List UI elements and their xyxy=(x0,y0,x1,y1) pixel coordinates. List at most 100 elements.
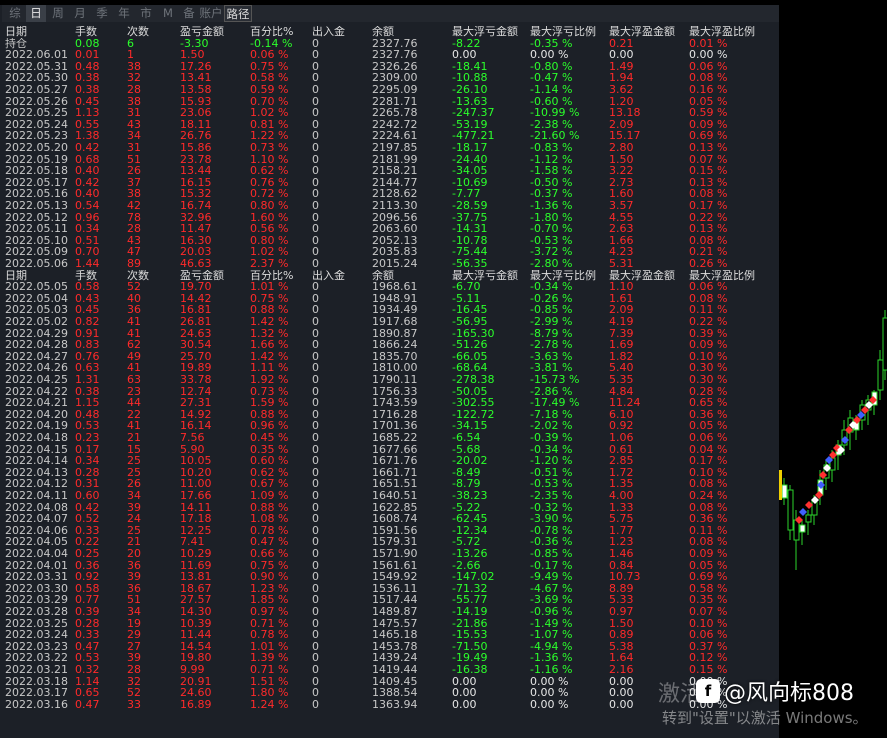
table-row[interactable]: 2022.04.13 0.28 25 10.20 0.62 % 0 1661.71 -8.49… xyxy=(0,467,779,479)
column-header-8[interactable]: 最大浮亏比例 xyxy=(530,26,606,38)
table-row[interactable]: 2022.05.13 0.54 42 16.74 0.80 % 0 2113.30 -28.5… xyxy=(0,200,779,212)
table-row[interactable]: 2022.05.11 0.34 28 11.47 0.56 % 0 2063.60 -14.3… xyxy=(0,223,779,235)
table-row[interactable]: 2022.04.26 0.63 41 19.89 1.11 % 0 1810.00 -68.6… xyxy=(0,362,779,374)
table-row[interactable]: 2022.04.27 0.76 49 25.70 1.42 % 0 1835.70 -66.0… xyxy=(0,351,779,363)
tab-5[interactable]: 年 xyxy=(114,5,134,22)
table-row[interactable]: 2022.05.30 0.38 32 13.41 0.58 % 0 2309.00 -10.8… xyxy=(0,72,779,84)
balance-cell: 1810.00 xyxy=(372,362,418,374)
table-row[interactable]: 2022.05.02 0.82 41 26.81 1.42 % 0 1917.68 -56.9… xyxy=(0,316,779,328)
table-row[interactable]: 2022.05.05 0.58 52 19.70 1.01 % 0 1968.61 -6.70… xyxy=(0,281,779,293)
table-row[interactable]: 2022.04.28 0.83 62 30.54 1.66 % 0 1866.24 -51.2… xyxy=(0,339,779,351)
table-row[interactable]: 2022.03.25 0.28 19 10.39 0.71 % 0 1475.57 -21.8… xyxy=(0,618,779,630)
table-row[interactable]: 2022.05.04 0.43 40 14.42 0.75 % 0 1948.91 -5.11… xyxy=(0,293,779,305)
column-header-8[interactable]: 最大浮亏比例 xyxy=(530,270,606,282)
max-loss-cell: -14.31 xyxy=(452,223,488,235)
tab-0[interactable]: 综 xyxy=(5,5,25,22)
table-row[interactable]: 2022.03.21 0.32 28 9.99 0.71 % 0 1419.44 -16.38… xyxy=(0,664,779,676)
table-row[interactable]: 2022.04.01 0.36 36 11.69 0.75 % 0 1561.61 -2.66… xyxy=(0,560,779,572)
table-row[interactable]: 持仓 0.08 6 -3.30 -0.14 % 0 2327.76 -8.22 -0.35 % 0… xyxy=(0,38,779,50)
table-row[interactable]: 2022.05.17 0.42 37 16.15 0.76 % 0 2144.77 -10.6… xyxy=(0,177,779,189)
column-header-10[interactable]: 最大浮盈比例 xyxy=(689,270,769,282)
column-header-3[interactable]: 盈亏金额 xyxy=(180,26,248,38)
max-gain-pct-cell: 0.08 % xyxy=(689,234,728,247)
table-row[interactable]: 2022.05.19 0.68 51 23.78 1.10 % 0 2181.99 -24.4… xyxy=(0,154,779,166)
column-header-0[interactable]: 日期 xyxy=(5,270,75,282)
max-loss-pct-cell: -0.34 % xyxy=(530,443,573,456)
table-row[interactable]: 2022.05.06 1.44 89 46.63 2.37 % 0 2015.24 -56.3… xyxy=(0,258,779,270)
table-row[interactable]: 2022.04.04 0.25 20 10.29 0.66 % 0 1571.90 -13.2… xyxy=(0,548,779,560)
table-row[interactable]: 2022.04.29 0.91 41 24.63 1.32 % 0 1890.87 -165.… xyxy=(0,328,779,340)
column-header-5[interactable]: 出入金 xyxy=(312,26,370,38)
column-header-1[interactable]: 手数 xyxy=(75,26,125,38)
table-row[interactable]: 2022.03.29 0.77 51 27.57 1.85 % 0 1517.44 -55.7… xyxy=(0,594,779,606)
table-row[interactable]: 2022.04.15 0.17 15 5.90 0.35 % 0 1677.66 -5.68 -… xyxy=(0,444,779,456)
table-row[interactable]: 2022.05.31 0.48 38 17.26 0.75 % 0 2326.26 -18.4… xyxy=(0,61,779,73)
max-loss-pct-cell: -1.58 % xyxy=(530,165,573,177)
price-chart[interactable] xyxy=(779,0,887,738)
table-row[interactable]: 2022.04.11 0.60 34 17.66 1.09 % 0 1640.51 -38.2… xyxy=(0,490,779,502)
tab-2[interactable]: 周 xyxy=(48,5,68,22)
table-row[interactable]: 2022.05.23 1.38 34 26.76 1.22 % 0 2224.61 -477.… xyxy=(0,130,779,142)
table-row[interactable]: 2022.05.20 0.42 31 15.86 0.73 % 0 2197.85 -18.1… xyxy=(0,142,779,154)
date-cell: 2022.03.25 xyxy=(5,617,68,630)
table-row[interactable]: 2022.05.18 0.40 26 13.44 0.62 % 0 2158.21 -34.0… xyxy=(0,165,779,177)
tab-7[interactable]: M xyxy=(158,5,178,22)
table-row[interactable]: 2022.03.28 0.39 34 14.30 0.97 % 0 1489.87 -14.1… xyxy=(0,606,779,618)
pl-cell: 7.41 xyxy=(180,536,205,548)
column-header-2[interactable]: 次数 xyxy=(127,270,179,282)
tab-10[interactable]: 路径 xyxy=(224,5,252,22)
tab-3[interactable]: 月 xyxy=(70,5,90,22)
max-loss-pct-cell: -0.34 % xyxy=(530,281,573,293)
column-header-0[interactable]: 日期 xyxy=(5,26,75,38)
table-row[interactable]: 2022.04.12 0.31 26 11.00 0.67 % 0 1651.51 -8.79… xyxy=(0,478,779,490)
tab-4[interactable]: 季 xyxy=(92,5,112,22)
column-header-2[interactable]: 次数 xyxy=(127,26,179,38)
column-header-4[interactable]: 百分比% xyxy=(250,26,310,38)
table-row[interactable]: 2022.04.08 0.42 39 14.11 0.88 % 0 1622.85 -5.22… xyxy=(0,502,779,514)
table-row[interactable]: 2022.05.10 0.51 43 16.30 0.80 % 0 2052.13 -10.7… xyxy=(0,235,779,247)
table-row[interactable]: 2022.04.19 0.53 41 16.14 0.96 % 0 1701.36 -34.1… xyxy=(0,420,779,432)
table-row[interactable]: 2022.05.27 0.38 28 13.58 0.59 % 0 2295.09 -26.1… xyxy=(0,84,779,96)
table-row[interactable]: 2022.04.05 0.22 21 7.41 0.47 % 0 1579.31 -5.72 -… xyxy=(0,536,779,548)
column-header-3[interactable]: 盈亏金额 xyxy=(180,270,248,282)
column-header-6[interactable]: 余额 xyxy=(372,270,450,282)
column-header-4[interactable]: 百分比% xyxy=(250,270,310,282)
table-row[interactable]: 2022.04.06 0.33 25 12.25 0.78 % 0 1591.56 -12.3… xyxy=(0,525,779,537)
table-row[interactable]: 2022.03.24 0.33 29 11.44 0.78 % 0 1465.18 -15.5… xyxy=(0,629,779,641)
column-header-7[interactable]: 最大浮亏金额 xyxy=(452,270,528,282)
table-row[interactable]: 2022.04.22 0.38 23 12.74 0.73 % 0 1756.33 -50.0… xyxy=(0,386,779,398)
column-header-10[interactable]: 最大浮盈比例 xyxy=(689,26,769,38)
table-row[interactable]: 2022.04.21 1.15 44 27.31 1.59 % 0 1743.59 -302.… xyxy=(0,397,779,409)
table-row[interactable]: 2022.04.07 0.52 24 17.18 1.08 % 0 1608.74 -62.4… xyxy=(0,513,779,525)
column-header-9[interactable]: 最大浮盈金额 xyxy=(609,26,687,38)
table-row[interactable]: 2022.05.26 0.45 38 15.93 0.70 % 0 2281.71 -13.6… xyxy=(0,96,779,108)
table-row[interactable]: 2022.03.30 0.58 36 18.67 1.23 % 0 1536.11 -71.3… xyxy=(0,583,779,595)
table-row[interactable]: 2022.04.20 0.48 22 14.92 0.88 % 0 1716.28 -122.… xyxy=(0,409,779,421)
table-row[interactable]: 2022.03.22 0.53 39 19.80 1.39 % 0 1439.24 -19.4… xyxy=(0,652,779,664)
tab-1[interactable]: 日 xyxy=(26,5,46,22)
max-gain-pct-cell: 0.06 % xyxy=(689,60,728,73)
tab-9[interactable]: 账户 xyxy=(199,5,223,22)
table-row[interactable]: 2022.04.14 0.34 25 10.05 0.60 % 0 1671.76 -20.0… xyxy=(0,455,779,467)
table-row[interactable]: 2022.05.09 0.70 47 20.03 1.02 % 0 2035.83 -75.4… xyxy=(0,246,779,258)
balance-cell: 1651.51 xyxy=(372,478,418,490)
table-row[interactable]: 2022.05.24 0.55 43 18.11 0.81 % 0 2242.72 -53.1… xyxy=(0,119,779,131)
table-row[interactable]: 2022.06.01 0.01 1 1.50 0.06 % 0 2327.76 0.00 0.0… xyxy=(0,49,779,61)
column-header-6[interactable]: 余额 xyxy=(372,26,450,38)
tab-8[interactable]: 备 xyxy=(179,5,199,22)
table-row[interactable]: 2022.05.03 0.45 36 16.81 0.88 % 0 1934.49 -16.4… xyxy=(0,304,779,316)
column-header-5[interactable]: 出入金 xyxy=(312,270,370,282)
lots-cell: 0.77 xyxy=(75,594,100,606)
max-gain-pct-cell: 0.06 % xyxy=(689,281,728,293)
table-row[interactable]: 2022.04.25 1.31 63 33.78 1.92 % 0 1790.11 -278.… xyxy=(0,374,779,386)
column-header-7[interactable]: 最大浮亏金额 xyxy=(452,26,528,38)
table-row[interactable]: 2022.03.31 0.92 39 13.81 0.90 % 0 1549.92 -147.… xyxy=(0,571,779,583)
table-row[interactable]: 2022.04.18 0.23 21 7.56 0.45 % 0 1685.22 -6.54 -… xyxy=(0,432,779,444)
table-row[interactable]: 2022.03.23 0.47 27 14.54 1.01 % 0 1453.78 -71.5… xyxy=(0,641,779,653)
table-row[interactable]: 2022.05.25 1.13 31 23.06 1.02 % 0 2265.78 -247.… xyxy=(0,107,779,119)
tab-6[interactable]: 市 xyxy=(136,5,156,22)
table-row[interactable]: 2022.05.12 0.96 78 32.96 1.60 % 0 2096.56 -37.7… xyxy=(0,212,779,224)
column-header-1[interactable]: 手数 xyxy=(75,270,125,282)
table-row[interactable]: 2022.05.16 0.40 38 15.32 0.72 % 0 2128.62 -7.77… xyxy=(0,188,779,200)
column-header-9[interactable]: 最大浮盈金额 xyxy=(609,270,687,282)
